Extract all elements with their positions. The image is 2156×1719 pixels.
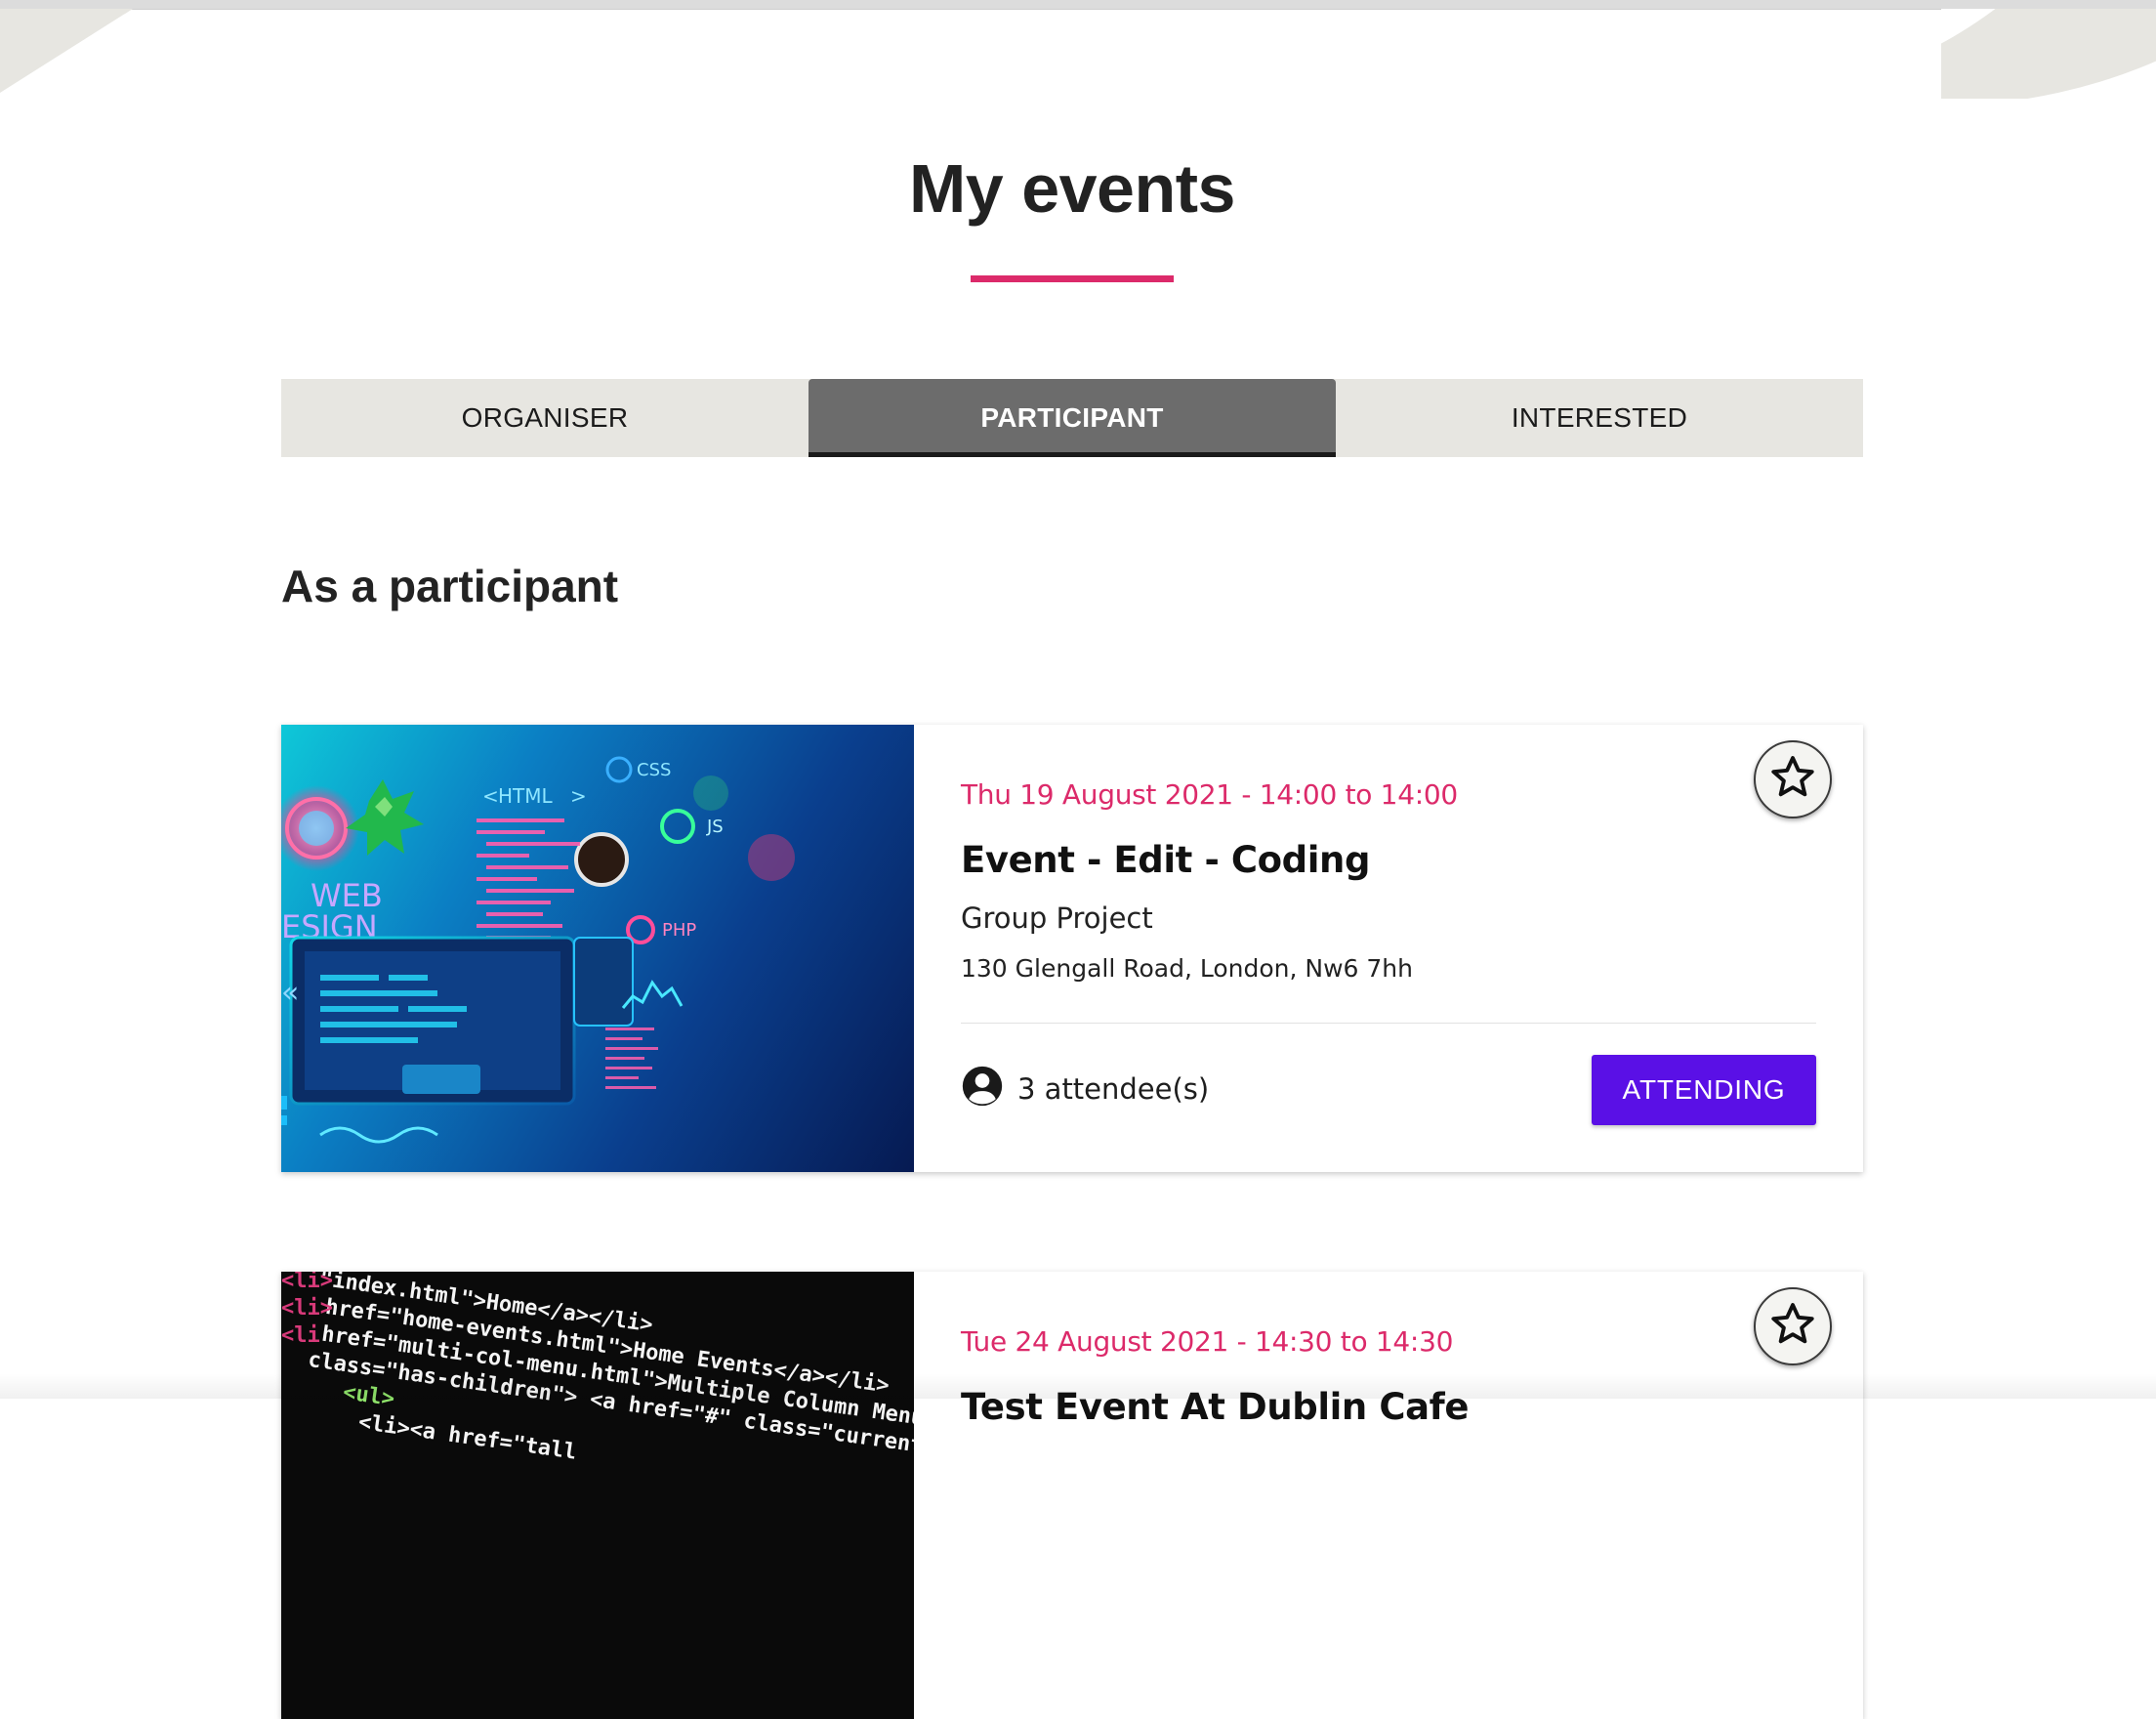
divider [961, 1023, 1816, 1024]
event-card[interactable]: "index.html">Home</a></li> href="home-ev… [281, 1272, 1863, 1719]
event-card[interactable]: HTML < > CSS JS PHP WEB ESIGN « Thu 19 A… [281, 725, 1863, 1172]
section-title: As a participant [281, 561, 619, 611]
css-label: CSS [637, 760, 671, 780]
code-tag-icon: <li> [281, 1296, 333, 1321]
chevron-left-icon: « [281, 976, 299, 1010]
html-bracket-left-icon: < [482, 784, 499, 808]
event-group: Group Project [961, 901, 1153, 935]
event-address: 130 Glengall Road, London, Nw6 7hh [961, 954, 1413, 983]
tab-participant[interactable]: PARTICIPANT [808, 379, 1336, 457]
favorite-button[interactable] [1754, 1287, 1832, 1365]
event-date: Thu 19 August 2021 - 14:00 to 14:00 [961, 778, 1458, 811]
js-label: JS [706, 817, 724, 837]
php-label: PHP [662, 920, 696, 941]
html-label: HTML [498, 784, 554, 808]
page-title: My events [909, 150, 1235, 227]
attendee-count: 3 attendee(s) [1017, 1071, 1210, 1106]
attendees: 3 attendee(s) [961, 1065, 1209, 1112]
html-label: HTML [498, 784, 554, 808]
code-line: <ul> [342, 1380, 396, 1411]
event-title[interactable]: Event - Edit - Coding [961, 836, 1816, 885]
star-outline-icon [1767, 752, 1818, 808]
account-circle-icon [961, 1065, 1004, 1112]
code-tag-icon: <li> [281, 1272, 333, 1293]
tab-interested[interactable]: INTERESTED [1336, 379, 1863, 457]
code-tag-icon: <li [281, 1323, 320, 1348]
decorative-corner-right [1941, 9, 2156, 99]
attending-button[interactable]: ATTENDING [1592, 1055, 1816, 1125]
code-line: <li><a href="tall [357, 1410, 578, 1465]
event-details: Tue 24 August 2021 - 14:30 to 14:30 Test… [914, 1272, 1863, 1719]
browser-top-edge [0, 0, 2156, 10]
html-bracket-right-icon: > [570, 784, 587, 808]
event-title[interactable]: Test Event At Dublin Cafe [961, 1383, 1816, 1432]
decorative-corner-left [0, 9, 133, 93]
event-date: Tue 24 August 2021 - 14:30 to 14:30 [961, 1325, 1454, 1358]
event-image[interactable]: HTML < > CSS JS PHP WEB ESIGN « [281, 725, 914, 1172]
tab-organiser[interactable]: ORGANISER [281, 379, 808, 457]
title-underline [971, 275, 1174, 282]
event-details: Thu 19 August 2021 - 14:00 to 14:00 Even… [914, 725, 1863, 1172]
star-outline-icon [1767, 1299, 1818, 1355]
favorite-button[interactable] [1754, 740, 1832, 818]
event-role-tabs: ORGANISER PARTICIPANT INTERESTED [281, 379, 1863, 457]
event-image[interactable]: "index.html">Home</a></li> href="home-ev… [281, 1272, 914, 1719]
